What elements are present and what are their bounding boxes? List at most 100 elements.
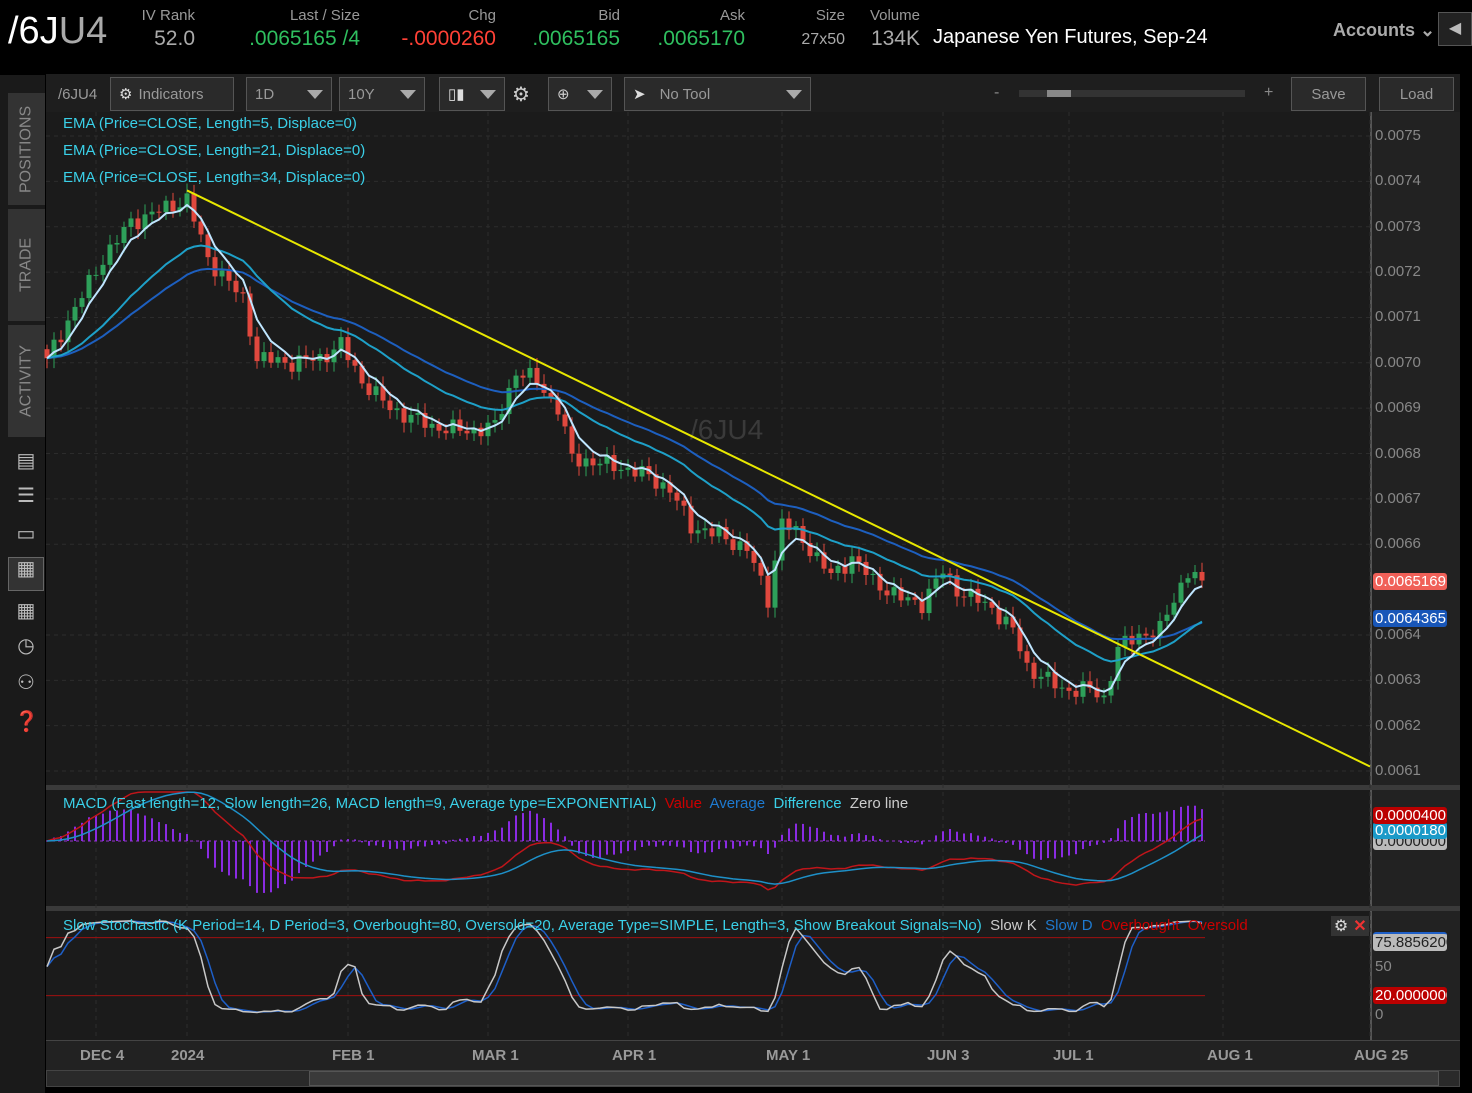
candle-body	[681, 500, 687, 506]
price-axis-label: 0.0069	[1375, 399, 1421, 417]
candle-body	[450, 419, 456, 434]
candle-body	[149, 211, 155, 215]
candle-body	[191, 193, 197, 222]
candle-body	[520, 375, 526, 378]
candle-body	[961, 596, 967, 598]
candle-body	[219, 270, 225, 277]
price-axis-label: 0.0064	[1375, 625, 1421, 643]
price-axis-label: 0.0061	[1375, 762, 1421, 780]
candle-body	[618, 469, 624, 472]
candle-body	[72, 306, 78, 321]
macd-value-tag: 0.0000400	[1373, 807, 1447, 824]
candle-body	[674, 492, 680, 501]
study-label-ema21[interactable]: EMA (Price=CLOSE, Length=21, Displace=0)	[63, 142, 365, 159]
candle-body	[849, 556, 855, 574]
close-study-icon[interactable]: ✕	[1351, 916, 1369, 936]
candle-body	[1185, 578, 1191, 583]
candle-body	[982, 601, 988, 603]
candle-body	[1171, 602, 1177, 615]
candle-body	[583, 458, 589, 467]
candle-body	[107, 244, 113, 265]
candle-body	[835, 565, 841, 574]
candle-body	[1080, 681, 1086, 697]
candle-body	[513, 375, 519, 388]
stoch-axis-label: 0	[1375, 1006, 1384, 1023]
slow-d-line	[46, 920, 1203, 1013]
candle-body	[443, 430, 449, 434]
date-axis-label: DEC 4	[80, 1047, 125, 1064]
candle-body	[345, 337, 351, 361]
candle-body	[1192, 571, 1198, 579]
candle-body	[408, 414, 414, 423]
date-axis-label: FEB 1	[332, 1047, 375, 1064]
price-axis-label: 0.0070	[1375, 353, 1421, 371]
candle-body	[464, 430, 470, 434]
candle-body	[1164, 614, 1170, 621]
candle-body	[625, 467, 631, 470]
candle-body	[863, 561, 869, 576]
candle-body	[534, 367, 540, 384]
price-axis-label: 0.0062	[1375, 716, 1421, 734]
last-price-tag: 0.0065169	[1373, 573, 1447, 590]
candle-body	[765, 575, 771, 608]
candle-body	[590, 458, 596, 466]
candle-body	[1031, 662, 1037, 679]
candle-body	[1178, 582, 1184, 603]
candle-body	[1024, 651, 1030, 663]
candle-body	[1045, 671, 1051, 677]
study-label-ema34[interactable]: EMA (Price=CLOSE, Length=34, Displace=0)	[63, 169, 365, 186]
candle-body	[436, 423, 442, 431]
candle-body	[212, 257, 218, 277]
oversold-tag: 20.0000000	[1373, 987, 1447, 1004]
candle-body	[912, 597, 918, 600]
candle-body	[926, 588, 932, 614]
price-axis-label: 0.0063	[1375, 671, 1421, 689]
candle-body	[261, 352, 267, 362]
stoch-study-label[interactable]: Slow Stochastic (K Period=14, D Period=3…	[63, 917, 1325, 934]
candle-body	[1003, 616, 1009, 625]
date-axis-label: JUN 3	[927, 1047, 970, 1064]
candle-body	[737, 541, 743, 550]
candle-body	[163, 200, 169, 213]
candle-body	[1143, 633, 1149, 636]
price-axis-label: 0.0071	[1375, 308, 1421, 326]
candle-body	[401, 408, 407, 423]
ema-line-5	[46, 203, 1203, 693]
candle-body	[660, 482, 666, 489]
candle-body	[170, 200, 176, 212]
candle-body	[128, 218, 134, 227]
candle-body	[135, 218, 141, 230]
candle-body	[1059, 687, 1065, 689]
ema-line-34	[46, 267, 1203, 641]
price-axis-label: 0.0072	[1375, 263, 1421, 281]
candle-body	[268, 352, 274, 363]
study-label-ema5[interactable]: EMA (Price=CLOSE, Length=5, Displace=0)	[63, 115, 357, 132]
candle-body	[975, 588, 981, 603]
date-axis-label: MAR 1	[472, 1047, 519, 1064]
date-axis-label: APR 1	[612, 1047, 657, 1064]
macd-average-tag: 0.0000180	[1373, 822, 1447, 839]
candle-body	[709, 528, 715, 537]
candle-body	[716, 527, 722, 537]
candle-body	[114, 243, 120, 245]
price-axis-label: 0.0066	[1375, 535, 1421, 553]
candle-body	[121, 226, 127, 244]
candle-body	[387, 400, 393, 411]
stoch-axis-label: 50	[1375, 958, 1392, 975]
candle-body	[289, 362, 295, 372]
candle-body	[611, 455, 617, 472]
candle-body	[1150, 635, 1156, 638]
candle-body	[730, 539, 736, 550]
study-settings-icon[interactable]: ⚙	[1331, 916, 1351, 936]
candle-body	[254, 336, 260, 362]
date-axis-label: 2024	[171, 1047, 205, 1064]
candle-body	[429, 423, 435, 428]
candle-body	[1073, 690, 1079, 697]
candle-body	[226, 270, 232, 281]
slow-k-line	[46, 920, 1203, 1014]
candle-body	[702, 528, 708, 531]
candle-body	[814, 552, 820, 557]
candle-body	[947, 573, 953, 576]
macd-study-label[interactable]: MACD (Fast length=12, Slow length=26, MA…	[63, 795, 908, 812]
candle-body	[870, 573, 876, 576]
